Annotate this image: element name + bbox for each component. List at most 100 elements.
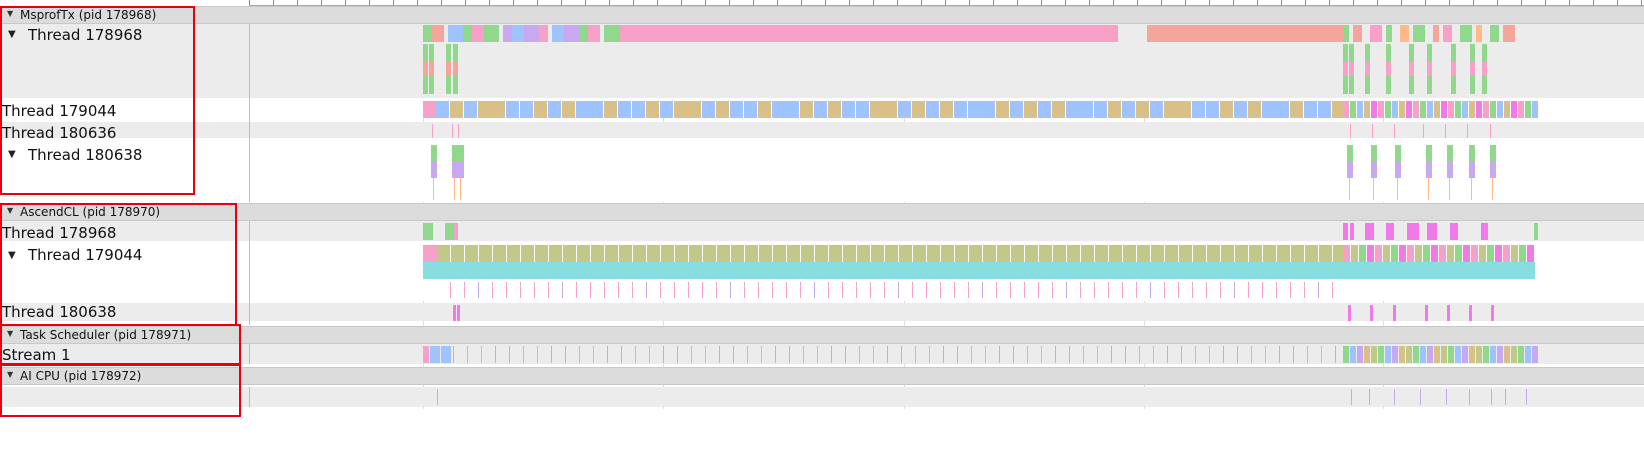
- expand-triangle-icon[interactable]: ▼: [8, 29, 16, 40]
- trace-slice[interactable]: [1108, 282, 1109, 298]
- thread-label[interactable]: Thread 179044: [28, 247, 142, 264]
- label-splitter[interactable]: [249, 221, 250, 325]
- trace-slice[interactable]: [453, 44, 458, 62]
- trace-slice[interactable]: [689, 245, 702, 262]
- trace-slice[interactable]: [828, 282, 829, 298]
- trace-slice[interactable]: [454, 223, 458, 240]
- trace-slice[interactable]: [1094, 282, 1095, 298]
- trace-slice[interactable]: [591, 245, 604, 262]
- trace-slice[interactable]: [1420, 346, 1426, 363]
- trace-slice[interactable]: [1427, 62, 1432, 76]
- trace-slice[interactable]: [719, 346, 720, 363]
- trace-slice[interactable]: [423, 101, 436, 118]
- trace-slice[interactable]: [926, 101, 939, 118]
- trace-slice[interactable]: [1343, 245, 1350, 262]
- trace-slice[interactable]: [954, 101, 967, 118]
- trace-slice[interactable]: [619, 245, 632, 262]
- process-header-task-scheduler[interactable]: ▼ Task Scheduler (pid 178971): [0, 326, 1644, 344]
- trace-slice[interactable]: [1425, 305, 1428, 321]
- trace-slice[interactable]: [803, 346, 804, 363]
- trace-slice[interactable]: [870, 101, 897, 118]
- trace-slice[interactable]: [1066, 282, 1067, 298]
- expand-triangle-icon[interactable]: ▼: [8, 149, 16, 160]
- trace-slice[interactable]: [1386, 44, 1391, 62]
- trace-slice[interactable]: [1350, 101, 1356, 118]
- trace-slice[interactable]: [1207, 245, 1220, 262]
- trace-slice[interactable]: [1503, 25, 1515, 42]
- trace-slice[interactable]: [1139, 346, 1140, 363]
- trace-slice[interactable]: [1469, 161, 1475, 178]
- trace-slice[interactable]: [1469, 101, 1475, 118]
- trace-slice[interactable]: [1469, 145, 1475, 161]
- trace-slice[interactable]: [831, 346, 832, 363]
- trace-slice[interactable]: [1365, 76, 1370, 94]
- trace-slice[interactable]: [1053, 245, 1066, 262]
- trace-slice[interactable]: [441, 346, 451, 363]
- trace-slice[interactable]: [1448, 101, 1454, 118]
- trace-slice[interactable]: [1150, 101, 1163, 118]
- trace-slice[interactable]: [1469, 346, 1475, 363]
- trace-slice[interactable]: [1395, 161, 1401, 178]
- trace-slice[interactable]: [548, 101, 561, 118]
- trace-slice[interactable]: [817, 346, 818, 363]
- trace-slice[interactable]: [423, 223, 433, 240]
- trace-slice[interactable]: [1147, 25, 1343, 42]
- trace-slice[interactable]: [730, 101, 743, 118]
- trace-slice[interactable]: [1371, 161, 1377, 178]
- trace-slice[interactable]: [436, 101, 449, 118]
- trace-slice[interactable]: [927, 245, 940, 262]
- trace-slice[interactable]: [450, 282, 451, 298]
- trace-slice[interactable]: [453, 62, 458, 76]
- trace-slice[interactable]: [446, 76, 451, 94]
- trace-slice[interactable]: [1349, 44, 1354, 62]
- trace-slice[interactable]: [943, 346, 944, 363]
- thread-label[interactable]: Stream 1: [2, 347, 71, 364]
- trace-slice[interactable]: [1052, 101, 1065, 118]
- trace-slice[interactable]: [703, 245, 716, 262]
- trace-slice[interactable]: [1109, 245, 1122, 262]
- trace-slice[interactable]: [1095, 245, 1108, 262]
- trace-slice[interactable]: [1350, 223, 1354, 240]
- trace-slice[interactable]: [1304, 282, 1305, 298]
- trace-slice[interactable]: [432, 124, 433, 138]
- trace-slice[interactable]: [775, 346, 776, 363]
- trace-slice[interactable]: [957, 346, 958, 363]
- trace-slice[interactable]: [1083, 346, 1084, 363]
- trace-slice[interactable]: [1490, 25, 1499, 42]
- trace-slice[interactable]: [423, 25, 432, 42]
- trace-slice[interactable]: [457, 305, 460, 321]
- trace-slice[interactable]: [745, 245, 758, 262]
- thread-label[interactable]: Thread 178968: [2, 225, 116, 242]
- trace-slice[interactable]: [800, 282, 801, 298]
- process-header-msproftx[interactable]: ▼ MsprofTx (pid 178968): [0, 6, 1644, 24]
- trace-slice[interactable]: [1290, 101, 1303, 118]
- trace-slice[interactable]: [1423, 245, 1430, 262]
- trace-slice[interactable]: [940, 101, 953, 118]
- trace-slice[interactable]: [1446, 389, 1447, 405]
- trace-slice[interactable]: [507, 245, 520, 262]
- trace-slice[interactable]: [1371, 101, 1377, 118]
- trace-slice[interactable]: [1373, 178, 1374, 200]
- trace-slice[interactable]: [1343, 62, 1348, 76]
- trace-slice[interactable]: [1511, 346, 1517, 363]
- trace-slice[interactable]: [705, 346, 706, 363]
- collapse-triangle-icon[interactable]: ▼: [7, 9, 13, 18]
- trace-slice[interactable]: [747, 346, 748, 363]
- trace-slice[interactable]: [1409, 44, 1414, 62]
- trace-slice[interactable]: [1343, 76, 1348, 94]
- trace-slice[interactable]: [1277, 245, 1290, 262]
- trace-slice[interactable]: [1386, 76, 1391, 94]
- trace-slice[interactable]: [478, 282, 479, 298]
- trace-slice[interactable]: [786, 282, 787, 298]
- trace-slice[interactable]: [1364, 101, 1370, 118]
- trace-slice[interactable]: [1265, 346, 1266, 363]
- trace-slice[interactable]: [1420, 389, 1421, 405]
- trace-slice[interactable]: [1357, 346, 1363, 363]
- trace-slice[interactable]: [1343, 346, 1349, 363]
- trace-slice[interactable]: [1441, 101, 1447, 118]
- trace-slice[interactable]: [1370, 25, 1382, 42]
- trace-slice[interactable]: [772, 282, 773, 298]
- trace-slice[interactable]: [478, 101, 505, 118]
- trace-slice[interactable]: [1332, 282, 1333, 298]
- trace-slice[interactable]: [691, 346, 692, 363]
